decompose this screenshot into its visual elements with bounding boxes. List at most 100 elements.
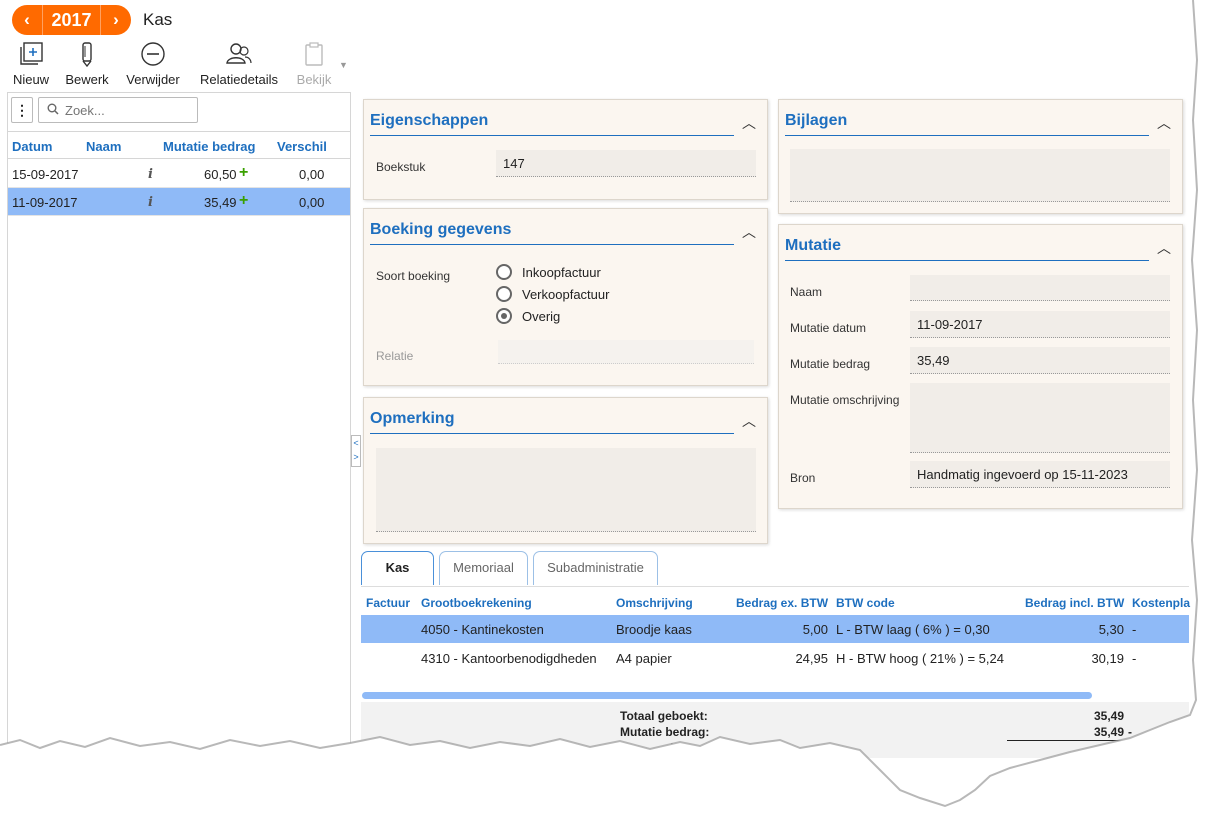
radio-label: Inkoopfactuur — [522, 264, 601, 280]
collapse-icon[interactable]: ︿ — [742, 113, 756, 133]
col-datum[interactable]: Datum — [12, 139, 52, 154]
page-title: Kas — [143, 10, 173, 29]
totals-divider — [1007, 740, 1125, 741]
year-selector: ‹ 2017 › — [12, 5, 131, 35]
list-menu-button[interactable]: ⋮ — [11, 97, 33, 123]
radio-inkoopfactuur[interactable]: Inkoopfactuur — [496, 264, 601, 280]
boeking-title: Boeking gegevens — [370, 221, 512, 238]
clipboard-icon — [294, 40, 334, 68]
mutatie-datum-label: Mutatie datum — [790, 321, 867, 335]
collapse-icon[interactable]: ︿ — [742, 411, 756, 431]
row-bedrag: 60,50 — [204, 167, 237, 182]
cell-bedrag-ex: 24,95 — [795, 651, 828, 666]
collapse-icon[interactable]: ︿ — [742, 222, 756, 242]
radio-icon — [496, 286, 512, 302]
plus-icon[interactable]: + — [239, 192, 248, 210]
radio-label: Overig — [522, 308, 561, 324]
totaal-geboekt-value: 35,49 — [1093, 709, 1124, 723]
search-box[interactable] — [38, 97, 198, 123]
cell-btw-code: H - BTW hoog ( 21% ) = 5,24 — [836, 651, 1004, 666]
horizontal-scrollbar[interactable] — [362, 692, 1092, 699]
search-icon — [47, 103, 59, 118]
bron-label: Bron — [790, 471, 816, 485]
col-bedrag-ex-btw[interactable]: Bedrag ex. BTW — [736, 596, 828, 610]
panel-splitter[interactable]: < > — [351, 435, 361, 467]
totaal-geboekt-label: Totaal geboekt: — [620, 709, 708, 723]
col-verschil[interactable]: Verschil — [277, 139, 327, 154]
chevron-right-icon: > — [353, 452, 359, 462]
divider — [370, 244, 734, 245]
relatie-field[interactable] — [498, 340, 754, 364]
divider — [785, 260, 1149, 261]
tab-memoriaal[interactable]: Memoriaal — [439, 551, 528, 585]
radio-overig[interactable]: Overig — [496, 308, 560, 324]
bijlagen-title: Bijlagen — [785, 112, 848, 129]
mutatie-datum-field[interactable]: 11-09-2017 — [910, 311, 1170, 338]
year-label[interactable]: 2017 — [42, 5, 101, 35]
bijlagen-dropzone[interactable] — [790, 149, 1170, 202]
list-row-selected[interactable]: 11-09-2017 i 35,49 + 0,00 — [8, 188, 350, 216]
next-year-button[interactable]: › — [101, 10, 131, 30]
new-label: Nieuw — [12, 72, 50, 87]
view-dropdown-icon[interactable]: ▼ — [339, 60, 348, 70]
grid-row-selected[interactable]: 4050 - Kantinekosten Broodje kaas 5,00 L… — [361, 615, 1189, 643]
col-kostenplaats[interactable]: Kostenpla — [1132, 596, 1190, 610]
relation-details-button[interactable]: Relatiedetails — [196, 40, 282, 87]
radio-icon — [496, 264, 512, 280]
edit-label: Bewerk — [65, 72, 109, 87]
view-button[interactable]: Bekijk — [294, 40, 334, 87]
mutatie-omschrijving-field[interactable] — [910, 383, 1170, 453]
col-btw-code[interactable]: BTW code — [836, 596, 895, 610]
info-icon[interactable]: i — [148, 167, 153, 182]
new-button[interactable]: Nieuw — [12, 40, 50, 87]
mutatie-bedrag-field[interactable]: 35,49 — [910, 347, 1170, 374]
cell-omschrijving: A4 papier — [616, 651, 672, 666]
delete-button[interactable]: Verwijder — [123, 40, 183, 87]
tab-kas[interactable]: Kas — [361, 551, 434, 585]
new-icon — [12, 40, 50, 68]
collapse-icon[interactable]: ︿ — [1157, 113, 1171, 133]
plus-icon[interactable]: + — [239, 164, 248, 182]
list-header: Datum Naam Mutatie bedrag Verschil — [8, 131, 350, 159]
col-omschrijving[interactable]: Omschrijving — [616, 596, 693, 610]
relatie-label: Relatie — [376, 349, 414, 363]
collapse-icon[interactable]: ︿ — [1157, 238, 1171, 258]
divider — [785, 135, 1149, 136]
edit-button[interactable]: Bewerk — [63, 40, 111, 87]
soort-boeking-label: Soort boeking — [376, 269, 451, 283]
info-icon[interactable]: i — [148, 195, 153, 210]
cell-bedrag-incl: 5,30 — [1098, 622, 1124, 637]
opmerking-textarea[interactable] — [376, 448, 756, 532]
minus-circle-icon — [123, 40, 183, 68]
divider — [370, 135, 734, 136]
grid-row[interactable]: 4310 - Kantoorbenodigdheden A4 papier 24… — [361, 644, 1189, 672]
boekstuk-field[interactable]: 147 — [496, 150, 756, 177]
col-factuur[interactable]: Factuur — [366, 596, 410, 610]
mutatie-title: Mutatie — [785, 237, 841, 254]
cell-kostenplaats: - — [1132, 622, 1137, 637]
cell-kostenplaats: - — [1132, 651, 1137, 666]
cell-bedrag-ex: 5,00 — [802, 622, 828, 637]
list-row[interactable]: 15-09-2017 i 60,50 + 0,00 — [8, 160, 350, 188]
row-datum: 11-09-2017 — [12, 195, 78, 210]
delete-label: Verwijder — [126, 72, 180, 87]
row-datum: 15-09-2017 — [12, 167, 79, 182]
search-input[interactable] — [59, 101, 179, 119]
radio-verkoopfactuur[interactable]: Verkoopfactuur — [496, 286, 609, 302]
col-grootboekrekening[interactable]: Grootboekrekening — [421, 596, 532, 610]
col-bedrag-incl-btw[interactable]: Bedrag incl. BTW — [1025, 596, 1124, 610]
verschil-value: 0,00 — [1100, 742, 1124, 756]
prev-year-button[interactable]: ‹ — [12, 10, 42, 30]
col-mutatie-bedrag[interactable]: Mutatie bedrag — [163, 139, 255, 154]
naam-field[interactable] — [910, 275, 1170, 301]
row-bedrag: 35,49 — [204, 195, 237, 210]
tab-subadministratie[interactable]: Subadministratie — [533, 551, 658, 585]
relation-details-label: Relatiedetails — [199, 72, 279, 87]
naam-label: Naam — [790, 285, 823, 299]
bron-field[interactable]: Handmatig ingevoerd op 15-11-2023 — [910, 461, 1170, 488]
opmerking-title: Opmerking — [370, 410, 455, 427]
eigenschappen-title: Eigenschappen — [370, 112, 489, 129]
col-naam[interactable]: Naam — [86, 139, 121, 154]
mutatie-bedrag-total-label: Mutatie bedrag: — [620, 725, 710, 739]
mutatie-omschrijving-label: Mutatie omschrijving — [790, 393, 900, 407]
